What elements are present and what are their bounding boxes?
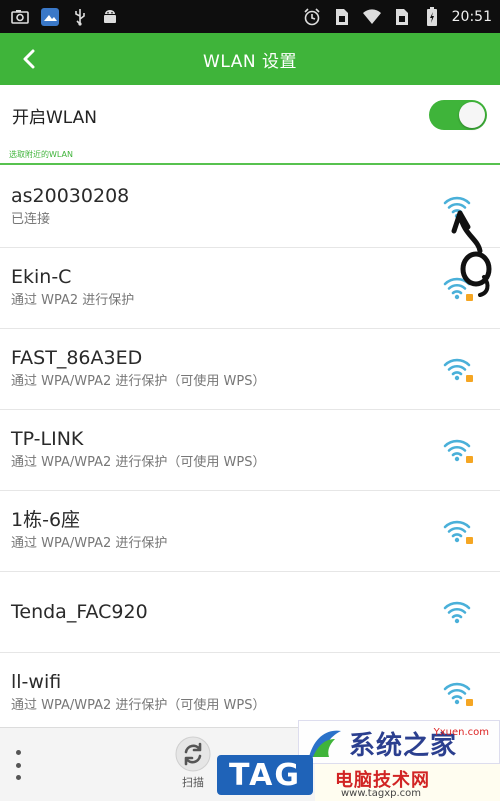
network-status: 通过 WPA/WPA2 进行保护（可使用 WPS）: [11, 374, 266, 389]
overflow-menu-icon[interactable]: [14, 750, 22, 780]
network-status: 通过 WPA/WPA2 进行保护（可使用 WPS）: [11, 455, 266, 470]
network-item-tenda-fac920[interactable]: Tenda_FAC920: [0, 572, 500, 653]
watermark-site-url: www.tagxp.com: [341, 788, 421, 799]
wifi-secured-icon: [442, 517, 473, 545]
network-ssid: 1栋-6座: [11, 509, 81, 531]
network-ssid: Tenda_FAC920: [11, 601, 148, 623]
scan-button[interactable]: 扫描: [173, 736, 213, 796]
network-ssid: FAST_86A3ED: [11, 347, 143, 369]
network-item-ekin-c[interactable]: Ekin-C 通过 WPA2 进行保护: [0, 248, 500, 329]
back-button[interactable]: [14, 45, 44, 73]
network-ssid: TP-LINK: [11, 428, 84, 450]
switch-knob: [459, 102, 485, 128]
sim-icon: [332, 7, 352, 27]
wifi-signal-icon: [442, 598, 472, 626]
screenshot-icon: [10, 7, 30, 27]
gallery-icon: [40, 7, 60, 27]
wifi-status-icon: [362, 7, 382, 27]
network-ssid: ll-wifi: [11, 671, 62, 693]
alarm-icon: [302, 7, 322, 27]
wifi-secured-icon: [442, 679, 473, 707]
lock-icon: [466, 456, 473, 463]
refresh-icon: [175, 736, 211, 772]
wlan-switch[interactable]: [429, 100, 487, 130]
clock: 20:51: [451, 8, 492, 25]
network-status: 已连接: [11, 212, 51, 227]
watermark-site: 电脑技术网 www.tagxp.com: [315, 764, 500, 801]
network-status: 通过 WPA/WPA2 进行保护: [11, 536, 168, 551]
network-ssid: Ekin-C: [11, 266, 72, 288]
android-icon: [100, 7, 120, 27]
network-ssid: as20030208: [11, 185, 130, 207]
lock-icon: [466, 699, 473, 706]
scan-label: 扫描: [182, 776, 204, 789]
usb-icon: [70, 7, 90, 27]
network-item-1dong-6zuo[interactable]: 1栋-6座 通过 WPA/WPA2 进行保护: [0, 491, 500, 572]
wifi-secured-icon: [442, 355, 473, 383]
status-bar: 20:51: [0, 0, 500, 33]
network-status: 通过 WPA2 进行保护: [11, 293, 135, 308]
network-item-fast-86a3ed[interactable]: FAST_86A3ED 通过 WPA/WPA2 进行保护（可使用 WPS）: [0, 329, 500, 410]
sim2-icon: [392, 7, 412, 27]
wlan-toggle-label: 开启WLAN: [12, 107, 98, 128]
watermark-tag: TAG: [217, 755, 313, 795]
network-status: 通过 WPA/WPA2 进行保护（可使用 WPS）: [11, 698, 266, 713]
battery-icon: [422, 6, 442, 27]
back-arrow-icon: [23, 49, 35, 69]
app-bar: WLAN 设置: [0, 33, 500, 85]
page-title: WLAN 设置: [203, 51, 297, 72]
section-header: 选取附近的WLAN: [0, 145, 500, 165]
network-item-tp-link[interactable]: TP-LINK 通过 WPA/WPA2 进行保护（可使用 WPS）: [0, 410, 500, 491]
network-item-as20030208[interactable]: as20030208 已连接: [0, 167, 500, 248]
wifi-secured-icon: [442, 436, 473, 464]
wlan-toggle-row[interactable]: 开启WLAN: [0, 85, 500, 145]
lock-icon: [466, 537, 473, 544]
lock-icon: [466, 375, 473, 382]
watermark-logo-url: Yxuen.com: [433, 727, 489, 738]
annotation-arrow-icon: [451, 210, 492, 297]
network-list: as20030208 已连接 Ekin-C 通过 WPA2 进行保护 FAST_…: [0, 167, 500, 734]
section-title: 选取附近的WLAN: [9, 149, 74, 159]
watermark-logo: 系统之家 Yxuen.com: [298, 720, 500, 764]
